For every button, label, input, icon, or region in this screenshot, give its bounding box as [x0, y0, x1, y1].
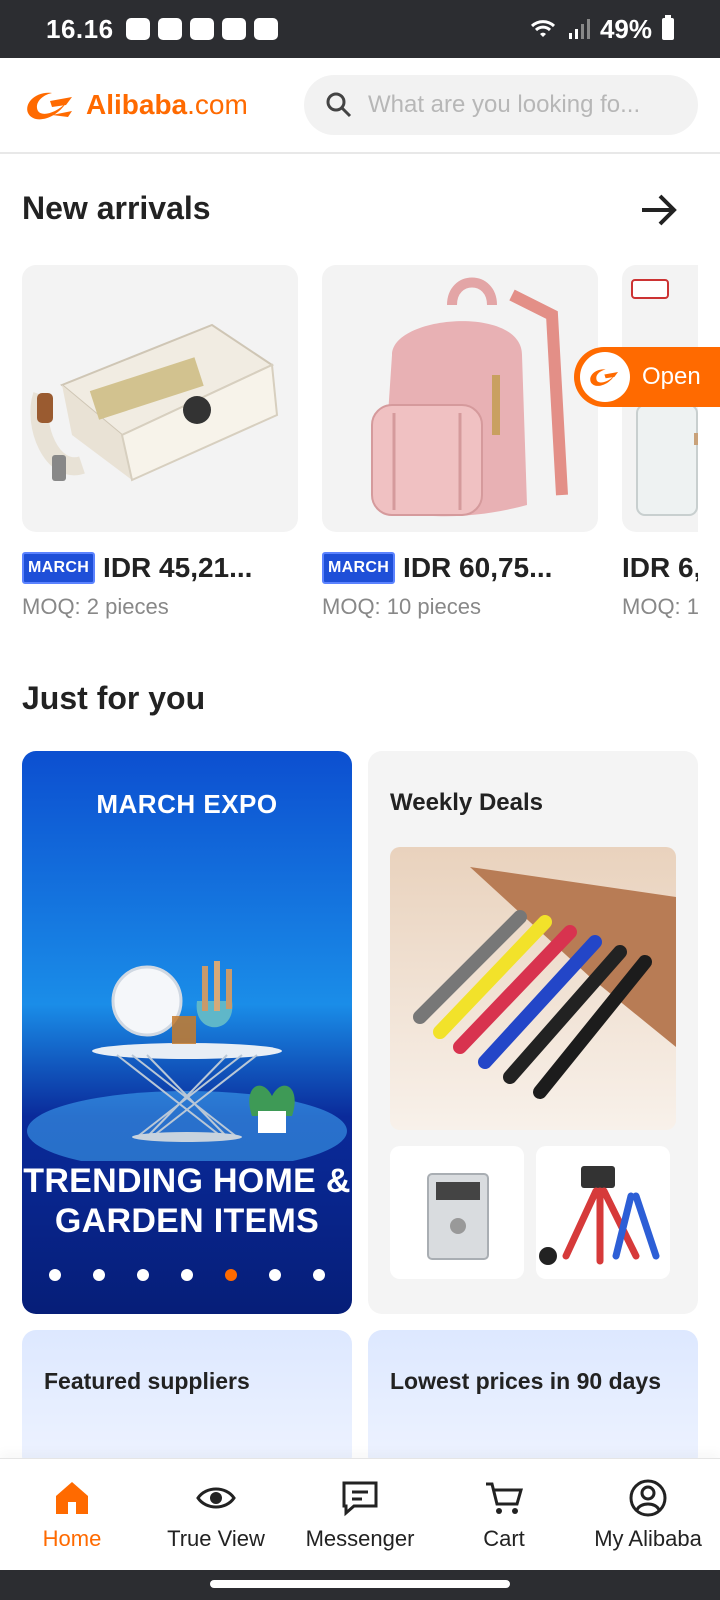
lowest-prices-title: Lowest prices in 90 days — [390, 1368, 662, 1394]
profile-icon — [629, 1479, 667, 1516]
alibaba-logo-icon — [27, 92, 72, 120]
nav-true-view-label: True View — [167, 1525, 265, 1551]
product-card[interactable]: MARCH IDR 60,75... MOQ: 10 pieces — [322, 265, 598, 620]
carousel-dot-active[interactable] — [225, 1269, 237, 1281]
weekly-deals-title: Weekly Deals — [390, 789, 543, 816]
notification-icon — [125, 18, 150, 40]
product-card[interactable]: IDR 6, MOQ: 1 — [622, 265, 698, 620]
gallery-icon — [253, 18, 278, 40]
open-app-button[interactable]: Open — [574, 347, 720, 407]
bottom-navigation: Home True View Messenger Cart My Alibaba — [0, 1458, 720, 1570]
app-header: Alibaba.com What are you looking fo... — [0, 58, 720, 154]
product-price: IDR 45,21... — [103, 552, 253, 583]
inverter-product-image[interactable] — [390, 1146, 524, 1279]
product-card[interactable]: MARCH IDR 45,21... MOQ: 2 pieces — [22, 265, 298, 620]
product-price: IDR 6, — [622, 552, 698, 583]
nav-home-label: Home — [42, 1525, 102, 1551]
alibaba-logo[interactable]: Alibaba.com — [22, 85, 292, 125]
product-moq: MOQ: 1 — [622, 594, 698, 619]
nav-messenger-label: Messenger — [305, 1525, 415, 1551]
expo-label: MARCH EXPO — [96, 789, 278, 819]
notification-icons — [125, 18, 278, 40]
weekly-deals-card[interactable]: Weekly Deals — [368, 751, 698, 1314]
home-garden-illustration — [27, 961, 347, 1161]
featured-suppliers-card[interactable]: Featured suppliers — [22, 1330, 352, 1470]
new-arrivals-carousel[interactable]: MARCH IDR 45,21... MOQ: 2 pieces MARCH I… — [22, 265, 698, 625]
banner-headline: TRENDING HOME & GARDEN ITEMS — [23, 1162, 351, 1240]
battery-icon — [662, 15, 674, 40]
check-icon — [189, 18, 214, 40]
wifi-icon — [530, 20, 555, 37]
nav-cart-label: Cart — [483, 1525, 525, 1551]
march-badge: MARCH — [22, 552, 96, 584]
carousel-dot[interactable] — [269, 1269, 281, 1281]
product-moq: MOQ: 2 pieces — [22, 594, 169, 619]
search-bar[interactable]: What are you looking fo... — [304, 75, 698, 135]
nav-true-view[interactable]: True View — [144, 1459, 288, 1570]
carousel-dot[interactable] — [49, 1269, 61, 1281]
logo-text: Alibaba.com — [86, 89, 248, 120]
product-image-tote-bag[interactable] — [22, 265, 298, 532]
youtube-icon — [221, 18, 246, 40]
carousel-dot[interactable] — [137, 1269, 149, 1281]
new-arrivals-title: New arrivals — [22, 190, 211, 226]
march-badge: MARCH — [322, 552, 396, 584]
featured-suppliers-title: Featured suppliers — [44, 1368, 250, 1394]
nav-my-alibaba-label: My Alibaba — [594, 1525, 702, 1551]
home-icon — [56, 1481, 88, 1514]
system-navigation-bar — [0, 1570, 720, 1600]
battery-percentage: 49% — [599, 13, 652, 44]
carousel-dot[interactable] — [181, 1269, 193, 1281]
product-image-backpack[interactable] — [322, 265, 598, 532]
pens-product-image[interactable] — [390, 847, 676, 1130]
lowest-prices-card[interactable]: Lowest prices in 90 days — [368, 1330, 698, 1470]
carousel-dot[interactable] — [93, 1269, 105, 1281]
message-icon — [342, 1481, 378, 1516]
search-placeholder: What are you looking fo... — [368, 91, 641, 118]
status-time: 16.16 — [46, 13, 114, 44]
nav-messenger[interactable]: Messenger — [288, 1459, 432, 1570]
search-icon — [326, 92, 352, 118]
nav-my-alibaba[interactable]: My Alibaba — [576, 1459, 720, 1570]
eye-icon — [196, 1487, 236, 1508]
carousel-dot[interactable] — [313, 1269, 325, 1281]
tripod-product-image[interactable] — [536, 1146, 670, 1279]
march-expo-banner[interactable]: MARCH EXPO TRENDING HOME & GARDEN ITEMS — [22, 751, 352, 1314]
open-button-label: Open — [642, 363, 701, 390]
home-gesture-bar[interactable] — [210, 1580, 510, 1588]
nav-cart[interactable]: Cart — [432, 1459, 576, 1570]
just-for-you-title: Just for you — [22, 680, 206, 716]
status-bar: 16.16 49% — [0, 0, 720, 58]
signal-icon — [568, 19, 590, 39]
instagram-icon — [157, 18, 182, 40]
alibaba-logo-icon — [580, 352, 630, 402]
nav-home[interactable]: Home — [0, 1459, 144, 1570]
cart-icon — [486, 1482, 523, 1514]
carousel-dots[interactable] — [22, 1269, 352, 1281]
product-price: IDR 60,75... — [403, 552, 553, 583]
arrow-right-icon[interactable] — [640, 193, 680, 227]
product-moq: MOQ: 10 pieces — [322, 594, 481, 619]
